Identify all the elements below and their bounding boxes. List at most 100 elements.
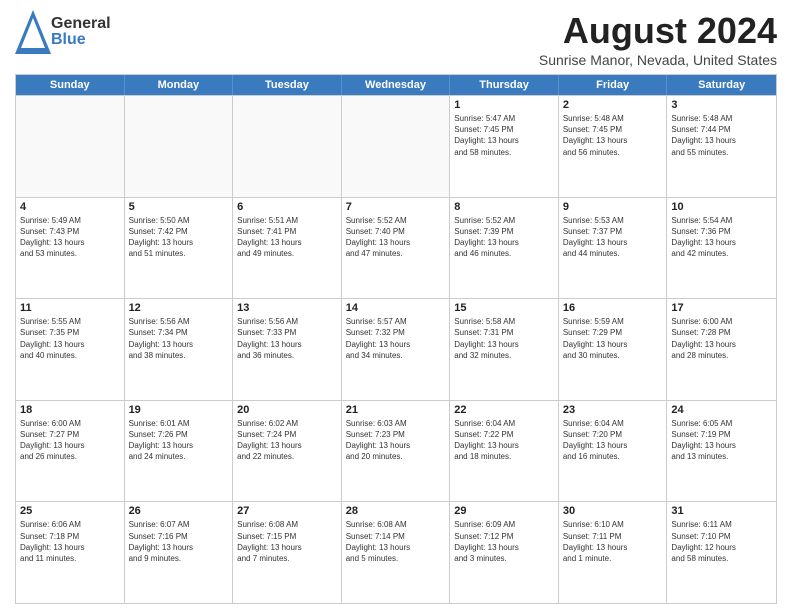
cell-w2-d5: 16Sunrise: 5:59 AM Sunset: 7:29 PM Dayli…: [559, 299, 668, 400]
cell-info-2: Sunrise: 5:48 AM Sunset: 7:45 PM Dayligh…: [563, 113, 663, 158]
header-tuesday: Tuesday: [233, 75, 342, 95]
cell-info-11: Sunrise: 5:55 AM Sunset: 7:35 PM Dayligh…: [20, 316, 120, 361]
cell-date-13: 13: [237, 302, 337, 314]
cell-date-20: 20: [237, 404, 337, 416]
cell-info-16: Sunrise: 5:59 AM Sunset: 7:29 PM Dayligh…: [563, 316, 663, 361]
cell-date-7: 7: [346, 201, 446, 213]
cell-date-4: 4: [20, 201, 120, 213]
cell-date-26: 26: [129, 505, 229, 517]
cell-w4-d2: 27 Sunrise: 6:08 AM Sunset: 7:15 PM Dayli…: [233, 502, 342, 603]
cell-info-4: Sunrise: 5:49 AM Sunset: 7:43 PM Dayligh…: [20, 215, 120, 260]
cell-w3-d3: 21 Sunrise: 6:03 AM Sunset: 7:23 PM Dayli…: [342, 401, 451, 502]
cell-info-21: Sunrise: 6:03 AM Sunset: 7:23 PM Dayligh…: [346, 418, 446, 463]
header-thursday: Thursday: [450, 75, 559, 95]
cell-info-6: Sunrise: 5:51 AM Sunset: 7:41 PM Dayligh…: [237, 215, 337, 260]
cell-w1-d3: 7Sunrise: 5:52 AM Sunset: 7:40 PM Daylig…: [342, 198, 451, 299]
cell-date-1: 1: [454, 99, 554, 111]
cell-w2-d3: 14 Sunrise: 5:57 AM Sunset: 7:32 PM Dayli…: [342, 299, 451, 400]
cell-w1-d2: 6Sunrise: 5:51 AM Sunset: 7:41 PM Daylig…: [233, 198, 342, 299]
location-title: Sunrise Manor, Nevada, United States: [539, 52, 777, 68]
cell-date-12: 12: [129, 302, 229, 314]
cell-w2-d0: 11Sunrise: 5:55 AM Sunset: 7:35 PM Dayli…: [16, 299, 125, 400]
header-wednesday: Wednesday: [342, 75, 451, 95]
cell-date-28: 28: [346, 505, 446, 517]
title-area: August 2024 Sunrise Manor, Nevada, Unite…: [539, 10, 777, 68]
logo-icon: [15, 10, 51, 54]
cell-date-30: 30: [563, 505, 663, 517]
cell-w0-d3: [342, 96, 451, 197]
cell-w3-d5: 23Sunrise: 6:04 AM Sunset: 7:20 PM Dayli…: [559, 401, 668, 502]
cell-info-22: Sunrise: 6:04 AM Sunset: 7:22 PM Dayligh…: [454, 418, 554, 463]
header-friday: Friday: [559, 75, 668, 95]
cell-info-17: Sunrise: 6:00 AM Sunset: 7:28 PM Dayligh…: [671, 316, 772, 361]
cell-w4-d3: 28Sunrise: 6:08 AM Sunset: 7:14 PM Dayli…: [342, 502, 451, 603]
cell-w2-d2: 13Sunrise: 5:56 AM Sunset: 7:33 PM Dayli…: [233, 299, 342, 400]
header-saturday: Saturday: [667, 75, 776, 95]
cell-date-15: 15: [454, 302, 554, 314]
cell-date-18: 18: [20, 404, 120, 416]
cell-w4-d1: 26Sunrise: 6:07 AM Sunset: 7:16 PM Dayli…: [125, 502, 234, 603]
month-title: August 2024: [539, 10, 777, 52]
cell-w0-d4: 1 Sunrise: 5:47 AM Sunset: 7:45 PM Daylig…: [450, 96, 559, 197]
cell-info-14: Sunrise: 5:57 AM Sunset: 7:32 PM Dayligh…: [346, 316, 446, 361]
cell-date-31: 31: [671, 505, 772, 517]
cell-w0-d1: [125, 96, 234, 197]
calendar: Sunday Monday Tuesday Wednesday Thursday…: [15, 74, 777, 604]
cell-w0-d0: [16, 96, 125, 197]
cell-info-24: Sunrise: 6:05 AM Sunset: 7:19 PM Dayligh…: [671, 418, 772, 463]
cell-date-14: 14: [346, 302, 446, 314]
cell-w0-d6: 3Sunrise: 5:48 AM Sunset: 7:44 PM Daylig…: [667, 96, 776, 197]
logo-general-text: General: [51, 16, 111, 32]
cell-date-27: 27: [237, 505, 337, 517]
cell-w3-d0: 18 Sunrise: 6:00 AM Sunset: 7:27 PM Dayli…: [16, 401, 125, 502]
cell-w1-d0: 4 Sunrise: 5:49 AM Sunset: 7:43 PM Daylig…: [16, 198, 125, 299]
cell-info-20: Sunrise: 6:02 AM Sunset: 7:24 PM Dayligh…: [237, 418, 337, 463]
cell-date-5: 5: [129, 201, 229, 213]
week-row-1: 4 Sunrise: 5:49 AM Sunset: 7:43 PM Daylig…: [16, 197, 776, 299]
week-row-4: 25 Sunrise: 6:06 AM Sunset: 7:18 PM Dayli…: [16, 501, 776, 603]
cell-info-31: Sunrise: 6:11 AM Sunset: 7:10 PM Dayligh…: [671, 519, 772, 564]
cell-info-19: Sunrise: 6:01 AM Sunset: 7:26 PM Dayligh…: [129, 418, 229, 463]
cell-w1-d5: 9 Sunrise: 5:53 AM Sunset: 7:37 PM Daylig…: [559, 198, 668, 299]
cell-w3-d2: 20 Sunrise: 6:02 AM Sunset: 7:24 PM Dayli…: [233, 401, 342, 502]
cell-info-27: Sunrise: 6:08 AM Sunset: 7:15 PM Dayligh…: [237, 519, 337, 564]
cell-info-25: Sunrise: 6:06 AM Sunset: 7:18 PM Dayligh…: [20, 519, 120, 564]
cell-info-9: Sunrise: 5:53 AM Sunset: 7:37 PM Dayligh…: [563, 215, 663, 260]
cell-w3-d1: 19Sunrise: 6:01 AM Sunset: 7:26 PM Dayli…: [125, 401, 234, 502]
cell-info-18: Sunrise: 6:00 AM Sunset: 7:27 PM Dayligh…: [20, 418, 120, 463]
cell-w4-d0: 25 Sunrise: 6:06 AM Sunset: 7:18 PM Dayli…: [16, 502, 125, 603]
header-monday: Monday: [125, 75, 234, 95]
cell-w4-d6: 31 Sunrise: 6:11 AM Sunset: 7:10 PM Dayli…: [667, 502, 776, 603]
cell-w2-d6: 17 Sunrise: 6:00 AM Sunset: 7:28 PM Dayli…: [667, 299, 776, 400]
cell-date-25: 25: [20, 505, 120, 517]
cell-w2-d1: 12 Sunrise: 5:56 AM Sunset: 7:34 PM Dayli…: [125, 299, 234, 400]
logo: General Blue: [15, 10, 111, 54]
cell-date-21: 21: [346, 404, 446, 416]
cell-info-10: Sunrise: 5:54 AM Sunset: 7:36 PM Dayligh…: [671, 215, 772, 260]
week-row-2: 11Sunrise: 5:55 AM Sunset: 7:35 PM Dayli…: [16, 298, 776, 400]
cell-date-23: 23: [563, 404, 663, 416]
logo-blue-text: Blue: [51, 32, 111, 48]
page: General Blue August 2024 Sunrise Manor, …: [0, 0, 792, 612]
cell-date-2: 2: [563, 99, 663, 111]
cell-date-17: 17: [671, 302, 772, 314]
cell-info-5: Sunrise: 5:50 AM Sunset: 7:42 PM Dayligh…: [129, 215, 229, 260]
header-sunday: Sunday: [16, 75, 125, 95]
cell-date-8: 8: [454, 201, 554, 213]
cell-w0-d2: [233, 96, 342, 197]
header: General Blue August 2024 Sunrise Manor, …: [15, 10, 777, 68]
cell-w3-d6: 24Sunrise: 6:05 AM Sunset: 7:19 PM Dayli…: [667, 401, 776, 502]
week-row-0: 1 Sunrise: 5:47 AM Sunset: 7:45 PM Daylig…: [16, 95, 776, 197]
logo-name: General Blue: [51, 16, 111, 48]
cell-info-1: Sunrise: 5:47 AM Sunset: 7:45 PM Dayligh…: [454, 113, 554, 158]
cell-info-3: Sunrise: 5:48 AM Sunset: 7:44 PM Dayligh…: [671, 113, 772, 158]
cell-info-12: Sunrise: 5:56 AM Sunset: 7:34 PM Dayligh…: [129, 316, 229, 361]
cell-info-30: Sunrise: 6:10 AM Sunset: 7:11 PM Dayligh…: [563, 519, 663, 564]
cell-date-22: 22: [454, 404, 554, 416]
cell-info-15: Sunrise: 5:58 AM Sunset: 7:31 PM Dayligh…: [454, 316, 554, 361]
cell-w3-d4: 22 Sunrise: 6:04 AM Sunset: 7:22 PM Dayli…: [450, 401, 559, 502]
cell-date-9: 9: [563, 201, 663, 213]
cell-w1-d4: 8Sunrise: 5:52 AM Sunset: 7:39 PM Daylig…: [450, 198, 559, 299]
cell-w4-d5: 30 Sunrise: 6:10 AM Sunset: 7:11 PM Dayli…: [559, 502, 668, 603]
cell-w1-d6: 10Sunrise: 5:54 AM Sunset: 7:36 PM Dayli…: [667, 198, 776, 299]
